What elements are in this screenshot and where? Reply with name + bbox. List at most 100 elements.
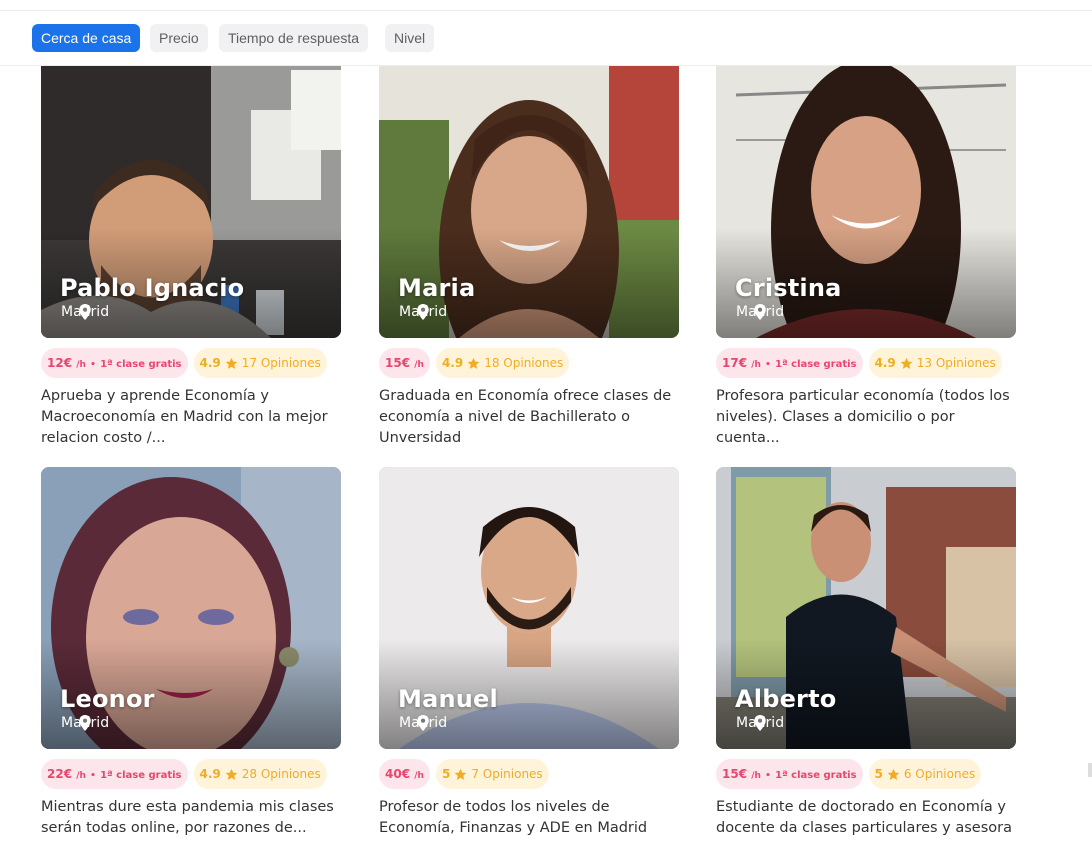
rating-badge: 4.9 17 Opiniones: [193, 348, 327, 378]
star-icon: [467, 357, 480, 369]
tutor-name: Leonor: [60, 685, 155, 713]
tutor-name: Alberto: [735, 685, 837, 713]
free-class-label: 1ª clase gratis: [775, 359, 857, 370]
tutor-name: Pablo Ignacio: [60, 274, 245, 302]
review-count: 7 Opiniones: [471, 767, 543, 781]
rating-value: 5: [441, 767, 451, 781]
price-value: 17€: [722, 356, 748, 370]
tutor-name: Manuel: [398, 685, 498, 713]
location-pin-icon: [754, 715, 766, 731]
price-unit: /h: [751, 771, 761, 781]
tutor-photo[interactable]: Alberto Madrid: [716, 467, 1016, 749]
free-class-label: 1ª clase gratis: [775, 770, 857, 781]
rating-value: 5: [874, 767, 883, 781]
rating-badge: 4.9 18 Opiniones: [435, 348, 570, 378]
tutor-card[interactable]: Cristina Madrid 17€ /h • 1ª clase gratis…: [716, 66, 1016, 446]
star-icon: [454, 768, 467, 780]
rating-value: 4.9: [874, 356, 896, 370]
review-count: 6 Opiniones: [903, 767, 976, 781]
price-value: 40€: [385, 767, 411, 781]
tutor-name: Maria: [398, 274, 476, 302]
rating-value: 4.9: [199, 356, 221, 370]
price-badge: 22€ /h • 1ª clase gratis: [41, 759, 188, 789]
price-unit: /h: [414, 360, 424, 370]
price-value: 22€: [47, 767, 73, 781]
price-unit: /h: [751, 360, 761, 370]
price-unit: /h: [76, 771, 86, 781]
tutor-photo[interactable]: Pablo Ignacio Madrid: [41, 66, 341, 338]
review-count: 17 Opiniones: [241, 356, 321, 370]
tutor-location: Madrid: [399, 715, 447, 731]
filter-cerca-de-casa[interactable]: Cerca de casa: [32, 24, 141, 52]
price-badge: 15€ /h: [379, 348, 430, 378]
filter-bar: Cerca de casa Precio Tiempo de respuesta…: [0, 11, 1092, 66]
price-badge: 12€ /h • 1ª clase gratis: [41, 348, 188, 378]
tutor-photo[interactable]: Manuel Madrid: [379, 467, 679, 749]
free-class-label: 1ª clase gratis: [100, 359, 182, 370]
tutor-card[interactable]: Manuel Madrid 40€ /h 5 7 Opiniones Profes…: [379, 467, 679, 836]
location-pin-icon: [79, 715, 91, 731]
tutor-badges: 15€ /h • 1ª clase gratis 5 6 Opiniones: [716, 759, 982, 789]
tutor-badges: 15€ /h 4.9 18 Opiniones: [379, 348, 570, 378]
location-pin-icon: [417, 715, 429, 731]
filter-nivel[interactable]: Nivel: [385, 24, 435, 52]
rating-badge: 4.9 13 Opiniones: [868, 348, 1002, 378]
price-separator: •: [90, 360, 96, 370]
tutor-description: Aprueba y aprende Economía y Macroeconom…: [41, 388, 328, 446]
review-count: 13 Opiniones: [916, 356, 996, 370]
price-value: 15€: [385, 356, 411, 370]
review-count: 18 Opiniones: [484, 356, 564, 370]
tutor-photo[interactable]: Maria Madrid: [379, 66, 679, 338]
location-pin-icon: [754, 304, 766, 320]
tutor-location: Madrid: [736, 304, 784, 320]
top-divider: [0, 0, 1092, 11]
rating-badge: 5 7 Opiniones: [435, 759, 549, 789]
tutor-location: Madrid: [736, 715, 784, 731]
tutor-card[interactable]: Pablo Ignacio Madrid 12€ /h • 1ª clase g…: [41, 66, 341, 446]
tutor-card[interactable]: Maria Madrid 15€ /h 4.9 18 Opiniones Grad…: [379, 66, 679, 446]
price-value: 12€: [47, 356, 73, 370]
tutor-location: Madrid: [61, 715, 109, 731]
price-separator: •: [765, 360, 771, 370]
tutor-location: Madrid: [61, 304, 109, 320]
tutor-badges: 22€ /h • 1ª clase gratis 4.9 28 Opiniones: [41, 759, 327, 789]
location-pin-icon: [417, 304, 429, 320]
review-count: 28 Opiniones: [241, 767, 321, 781]
price-value: 15€: [722, 767, 748, 781]
tutor-photo[interactable]: Leonor Madrid: [41, 467, 341, 749]
tutor-description: Profesor de todos los niveles de Economí…: [379, 799, 648, 836]
tutor-card[interactable]: Leonor Madrid 22€ /h • 1ª clase gratis 4…: [41, 467, 341, 836]
scroll-edge: [1088, 763, 1092, 777]
tutor-badges: 40€ /h 5 7 Opiniones: [379, 759, 549, 789]
filter-tiempo-de-respuesta[interactable]: Tiempo de respuesta: [219, 24, 368, 52]
tutor-description: Graduada en Economía ofrece clases de ec…: [379, 388, 672, 446]
star-icon: [887, 768, 900, 780]
free-class-label: 1ª clase gratis: [100, 770, 182, 781]
tutor-photo[interactable]: Cristina Madrid: [716, 66, 1016, 338]
price-separator: •: [90, 771, 96, 781]
rating-badge: 4.9 28 Opiniones: [193, 759, 327, 789]
star-icon: [900, 357, 913, 369]
tutor-grid: Pablo Ignacio Madrid 12€ /h • 1ª clase g…: [0, 66, 1092, 844]
star-icon: [225, 768, 238, 780]
tutor-description: Profesora particular economía (todos los…: [716, 388, 1010, 446]
rating-value: 4.9: [441, 356, 464, 370]
rating-value: 4.9: [199, 767, 221, 781]
tutor-card[interactable]: Alberto Madrid 15€ /h • 1ª clase gratis …: [716, 467, 1016, 836]
price-badge: 17€ /h • 1ª clase gratis: [716, 348, 863, 378]
tutor-description: Estudiante de doctorado en Economía y do…: [716, 799, 1012, 836]
rating-badge: 5 6 Opiniones: [868, 759, 982, 789]
tutor-description: Mientras dure esta pandemia mis clases s…: [41, 799, 334, 836]
price-badge: 40€ /h: [379, 759, 430, 789]
price-badge: 15€ /h • 1ª clase gratis: [716, 759, 863, 789]
price-separator: •: [765, 771, 771, 781]
filter-precio[interactable]: Precio: [150, 24, 208, 52]
star-icon: [225, 357, 238, 369]
price-unit: /h: [76, 360, 86, 370]
price-unit: /h: [414, 771, 424, 781]
tutor-location: Madrid: [399, 304, 447, 320]
tutor-name: Cristina: [735, 274, 842, 302]
tutor-badges: 12€ /h • 1ª clase gratis 4.9 17 Opiniones: [41, 348, 327, 378]
location-pin-icon: [79, 304, 91, 320]
tutor-badges: 17€ /h • 1ª clase gratis 4.9 13 Opiniones: [716, 348, 1002, 378]
